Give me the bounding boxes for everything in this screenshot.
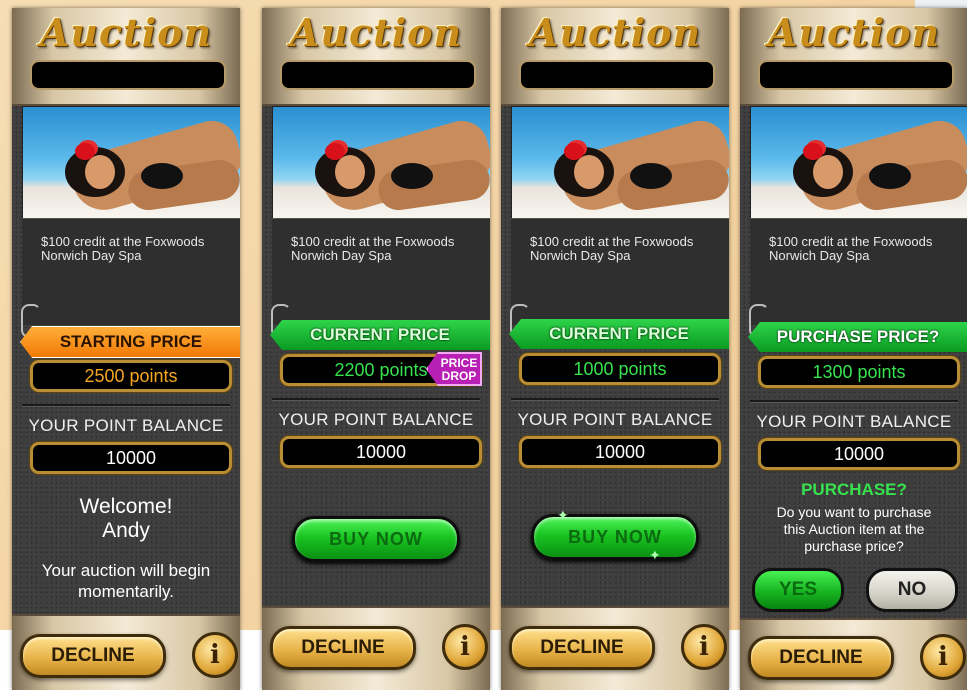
sparkle-icon: ✦ — [557, 507, 569, 523]
balance-value: 10000 — [519, 436, 721, 468]
footer: DECLINE i — [262, 606, 490, 690]
balance-label: YOUR POINT BALANCE — [28, 416, 224, 435]
current-price-tag: CURRENT PRICE — [509, 319, 729, 349]
starting-price-tag: STARTING PRICE — [20, 326, 240, 358]
auction-name-bar — [758, 60, 954, 90]
item-description-box: $100 credit at the Foxwoods Norwich Day … — [272, 218, 490, 325]
auction-name-bar — [519, 60, 715, 90]
auction-status-message: Your auction will begin momentarily. — [41, 561, 211, 601]
item-description: $100 credit at the Foxwoods Norwich Day … — [41, 234, 205, 263]
item-photo — [272, 106, 490, 220]
price-display: 1000 points — [519, 353, 721, 385]
item-description-box: $100 credit at the Foxwoods Norwich Day … — [750, 218, 967, 325]
auction-screen-starting: Auction $100 credit at the Foxwoods Norw… — [12, 8, 240, 690]
sparkle-icon: ✦ — [649, 547, 661, 563]
purchase-question-text: Do you want to purchase this Auction ite… — [776, 504, 932, 554]
purchase-question-title: PURCHASE? — [801, 480, 907, 499]
price-display: 1300 points — [758, 356, 960, 388]
header: Auction — [262, 8, 490, 106]
purchase-price-tag: PURCHASE PRICE? — [748, 322, 967, 352]
decline-button[interactable]: DECLINE — [748, 636, 894, 680]
header: Auction — [12, 8, 240, 106]
decline-button[interactable]: DECLINE — [20, 634, 166, 678]
auction-logo: Auction — [39, 10, 213, 55]
item-photo — [511, 106, 729, 220]
balance-label: YOUR POINT BALANCE — [278, 410, 474, 429]
divider — [750, 400, 958, 403]
item-description-box: $100 credit at the Foxwoods Norwich Day … — [511, 218, 729, 325]
item-photo — [22, 106, 240, 220]
balance-label: YOUR POINT BALANCE — [756, 412, 952, 431]
balance-value: 10000 — [280, 436, 482, 468]
decline-button[interactable]: DECLINE — [509, 626, 655, 670]
info-button[interactable]: i — [681, 624, 727, 670]
footer: DECLINE i — [12, 614, 240, 690]
auction-screen-price-drop: Auction $100 credit at the Foxwoods Norw… — [262, 8, 490, 690]
auction-name-bar — [30, 60, 226, 90]
auction-screen-current: Auction $100 credit at the Foxwoods Norw… — [501, 8, 729, 690]
decline-button[interactable]: DECLINE — [270, 626, 416, 670]
yes-button[interactable]: YES — [752, 568, 844, 612]
welcome-username: Andy — [102, 519, 150, 542]
buy-now-button[interactable]: BUY NOW — [292, 516, 460, 562]
header: Auction — [740, 8, 967, 106]
welcome-line: Welcome! — [79, 495, 173, 518]
item-description: $100 credit at the Foxwoods Norwich Day … — [291, 234, 455, 263]
header: Auction — [501, 8, 729, 106]
balance-value: 10000 — [758, 438, 960, 470]
auction-logo: Auction — [528, 10, 702, 55]
item-description: $100 credit at the Foxwoods Norwich Day … — [530, 234, 694, 263]
divider — [511, 398, 719, 401]
footer: DECLINE i — [740, 618, 967, 690]
balance-label: YOUR POINT BALANCE — [517, 410, 713, 429]
info-button[interactable]: i — [920, 634, 966, 680]
divider — [272, 398, 480, 401]
no-button[interactable]: NO — [866, 568, 958, 612]
info-button[interactable]: i — [192, 632, 238, 678]
divider — [22, 404, 230, 407]
current-price-tag: CURRENT PRICE — [270, 320, 490, 350]
price-display: 2500 points — [30, 360, 232, 392]
auction-screen-purchase: Auction $100 credit at the Foxwoods Norw… — [740, 8, 967, 690]
auction-logo: Auction — [289, 10, 463, 55]
item-description-box: $100 credit at the Foxwoods Norwich Day … — [22, 218, 240, 325]
item-description: $100 credit at the Foxwoods Norwich Day … — [769, 234, 933, 263]
balance-value: 10000 — [30, 442, 232, 474]
auction-logo: Auction — [767, 10, 941, 55]
item-photo — [750, 106, 967, 220]
info-button[interactable]: i — [442, 624, 488, 670]
auction-name-bar — [280, 60, 476, 90]
footer: DECLINE i — [501, 606, 729, 690]
